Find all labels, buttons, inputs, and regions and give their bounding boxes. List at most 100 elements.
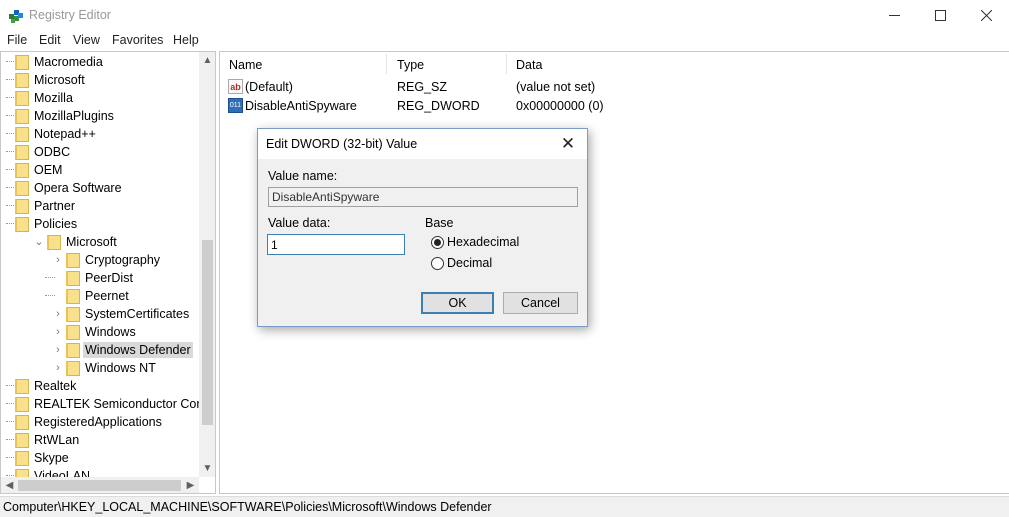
tree-connector (6, 403, 14, 404)
tree-item[interactable]: REALTEK Semiconductor Corp. (1, 395, 211, 413)
tree-item[interactable]: Realtek (1, 377, 201, 395)
tree-item-label[interactable]: Microsoft (64, 234, 119, 250)
tree-item[interactable]: › Cryptography (1, 251, 201, 269)
decimal-radio-label[interactable]: Decimal (447, 256, 492, 270)
tree-item[interactable]: Opera Software (1, 179, 201, 197)
tree-item-label[interactable]: Partner (32, 198, 77, 214)
folder-icon (15, 127, 29, 142)
decimal-radio[interactable] (431, 257, 444, 270)
scroll-left-icon[interactable]: ◀ (1, 477, 18, 493)
tree-item-label[interactable]: REALTEK Semiconductor Corp. (32, 396, 213, 412)
tree-item-label[interactable]: Macromedia (32, 54, 105, 70)
menu-favorites[interactable]: Favorites (112, 33, 163, 47)
value-name-field: DisableAntiSpyware (268, 187, 578, 207)
tree-item-label[interactable]: MozillaPlugins (32, 108, 116, 124)
chevron-right-icon[interactable]: › (52, 324, 64, 340)
tree-horizontal-scrollbar[interactable]: ◀ ▶ (1, 477, 199, 493)
list-row[interactable]: ab (Default) REG_SZ (value not set) (220, 78, 1009, 97)
tree-item-label[interactable]: Policies (32, 216, 79, 232)
chevron-right-icon[interactable]: › (52, 252, 64, 268)
menu-help[interactable]: Help (173, 33, 199, 47)
tree-item-label[interactable]: Cryptography (83, 252, 162, 268)
ok-button[interactable]: OK (421, 292, 494, 314)
folder-icon (47, 235, 61, 250)
tree-item[interactable]: ⌄ Microsoft (1, 233, 201, 251)
tree-item-label[interactable]: SystemCertificates (83, 306, 191, 322)
tree-item[interactable]: Microsoft (1, 71, 201, 89)
scroll-up-icon[interactable]: ▲ (199, 52, 215, 69)
value-data-input[interactable] (267, 234, 405, 255)
column-header-name[interactable]: Name (229, 58, 262, 72)
maximize-icon (934, 10, 946, 21)
tree-item-label[interactable]: OEM (32, 162, 64, 178)
tree-item[interactable]: Mozilla (1, 89, 201, 107)
minimize-button[interactable] (871, 0, 917, 31)
tree-vertical-scroll-thumb[interactable] (202, 240, 213, 425)
folder-icon (15, 433, 29, 448)
registry-key-tree[interactable]: Macromedia Microsoft Mozilla MozillaPlugins… (0, 51, 216, 494)
tree-item[interactable]: Policies (1, 215, 201, 233)
tree-item[interactable]: MozillaPlugins (1, 107, 201, 125)
tree-item[interactable]: ODBC (1, 143, 201, 161)
menu-edit[interactable]: Edit (39, 33, 61, 47)
tree-vertical-scrollbar[interactable]: ▲ ▼ (199, 52, 215, 477)
chevron-down-icon[interactable]: ⌄ (33, 234, 45, 250)
tree-item-label[interactable]: Mozilla (32, 90, 75, 106)
tree-item[interactable]: › Windows Defender (1, 341, 201, 359)
column-header-data[interactable]: Data (516, 58, 542, 72)
tree-connector (6, 133, 14, 134)
tree-connector (6, 475, 14, 476)
menu-file[interactable]: File (7, 33, 27, 47)
tree-item-label[interactable]: ODBC (32, 144, 72, 160)
folder-icon (66, 253, 80, 268)
column-header-type[interactable]: Type (397, 58, 424, 72)
tree-item-label[interactable]: Windows NT (83, 360, 158, 376)
hexadecimal-radio-label[interactable]: Hexadecimal (447, 235, 519, 249)
cancel-button[interactable]: Cancel (503, 292, 578, 314)
scroll-right-icon[interactable]: ▶ (182, 477, 199, 493)
tree-item-label[interactable]: Opera Software (32, 180, 124, 196)
tree-item[interactable]: Partner (1, 197, 201, 215)
tree-item[interactable]: OEM (1, 161, 201, 179)
scroll-down-icon[interactable]: ▼ (199, 460, 215, 477)
chevron-right-icon[interactable]: › (52, 306, 64, 322)
menu-view[interactable]: View (73, 33, 100, 47)
close-window-button[interactable] (963, 0, 1009, 31)
chevron-right-icon[interactable]: › (52, 342, 64, 358)
binary-value-icon: 011 (228, 98, 243, 113)
tree-item[interactable]: Notepad++ (1, 125, 201, 143)
tree-item[interactable]: RegisteredApplications (1, 413, 201, 431)
tree-item[interactable]: RtWLan (1, 431, 201, 449)
tree-item[interactable]: › SystemCertificates (1, 305, 201, 323)
title-bar: Registry Editor (0, 0, 1009, 31)
tree-item-label[interactable]: Windows (83, 324, 138, 340)
tree-item[interactable]: Skype (1, 449, 201, 467)
tree-item-label[interactable]: Windows Defender (83, 342, 193, 358)
folder-icon (15, 397, 29, 412)
folder-icon (15, 73, 29, 88)
column-divider[interactable] (506, 54, 507, 74)
list-row[interactable]: 011 DisableAntiSpyware REG_DWORD 0x00000… (220, 97, 1009, 116)
tree-item-label[interactable]: PeerDist (83, 270, 135, 286)
close-icon (980, 10, 992, 21)
tree-horizontal-scroll-thumb[interactable] (18, 480, 181, 491)
tree-item-label[interactable]: RtWLan (32, 432, 81, 448)
folder-icon (66, 307, 80, 322)
tree-item[interactable]: Macromedia (1, 53, 201, 71)
hexadecimal-radio[interactable] (431, 236, 444, 249)
tree-item[interactable]: Peernet (1, 287, 201, 305)
chevron-right-icon[interactable]: › (52, 360, 64, 376)
tree-item[interactable]: PeerDist (1, 269, 201, 287)
tree-item-label[interactable]: RegisteredApplications (32, 414, 164, 430)
maximize-button[interactable] (917, 0, 963, 31)
dialog-close-button[interactable]: ✕ (554, 131, 582, 157)
tree-item-label[interactable]: Peernet (83, 288, 131, 304)
dialog-title-bar[interactable]: Edit DWORD (32-bit) Value ✕ (258, 129, 587, 159)
tree-item[interactable]: › Windows (1, 323, 201, 341)
tree-item-label[interactable]: Realtek (32, 378, 78, 394)
tree-item-label[interactable]: Skype (32, 450, 71, 466)
tree-item-label[interactable]: Microsoft (32, 72, 87, 88)
tree-item-label[interactable]: Notepad++ (32, 126, 98, 142)
column-divider[interactable] (386, 54, 387, 74)
tree-item[interactable]: › Windows NT (1, 359, 201, 377)
